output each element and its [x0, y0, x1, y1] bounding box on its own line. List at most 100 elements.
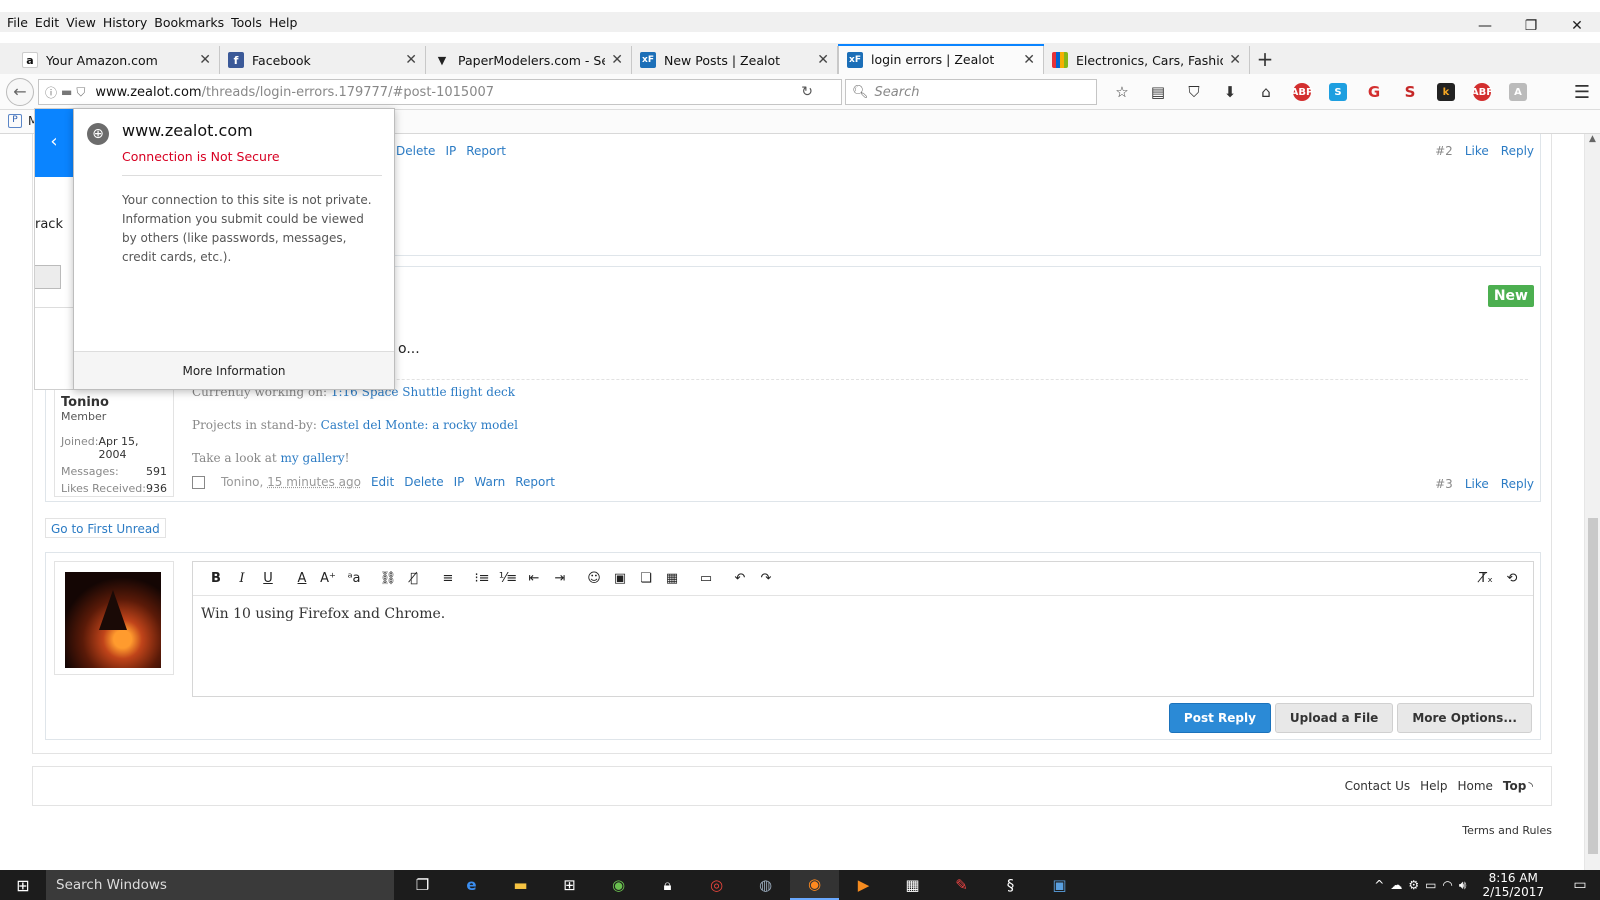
adblock-icon[interactable]: ABP [1284, 80, 1320, 104]
edge-icon[interactable]: e [447, 870, 496, 900]
undo-icon[interactable]: ↶ [727, 571, 753, 586]
signature-link-gallery[interactable]: my gallery [281, 451, 345, 465]
window-app-icon[interactable]: ▣ [1035, 870, 1084, 900]
like-link[interactable]: Like [1465, 144, 1489, 158]
store-icon[interactable]: ⊞ [545, 870, 594, 900]
font-size-icon[interactable]: A⁺ [315, 571, 341, 586]
extension-icon[interactable]: A [1500, 80, 1536, 104]
post-number[interactable]: #2 [1435, 144, 1453, 158]
tracking-shield-icon[interactable]: ⛉ [76, 85, 85, 100]
ip-link[interactable]: IP [445, 144, 456, 158]
insert-icon[interactable]: ▦ [659, 571, 685, 586]
home-icon[interactable]: ⌂ [1248, 80, 1284, 104]
url-text[interactable]: www.zealot.com/threads/login-errors.1797… [95, 85, 494, 100]
toggle-bbcode-icon[interactable]: ⟲ [1499, 571, 1525, 586]
align-icon[interactable]: ≡ [435, 571, 461, 586]
back-button[interactable]: ← [6, 77, 34, 106]
abf-icon[interactable]: ABF [1464, 80, 1500, 104]
username-link[interactable]: Tonino [61, 395, 167, 410]
paint-icon[interactable]: ✎ [937, 870, 986, 900]
rss-icon[interactable]: ◝ [1528, 779, 1533, 793]
delete-link[interactable]: Delete [404, 475, 443, 489]
more-options-button[interactable]: More Options... [1397, 703, 1532, 733]
info-icon[interactable]: ⓘ [45, 84, 57, 101]
edit-link[interactable]: Edit [371, 475, 394, 489]
post-number[interactable]: #3 [1435, 477, 1453, 491]
warn-link[interactable]: Warn [474, 475, 505, 489]
windows-start-icon[interactable]: ⊞ [0, 870, 46, 900]
menu-hamburger-icon[interactable]: ☰ [1574, 82, 1590, 103]
clock[interactable]: 8:16 AM 2/15/2017 [1482, 871, 1544, 899]
avatar[interactable] [65, 572, 161, 668]
globe-app-icon[interactable]: ◉ [594, 870, 643, 900]
downloads-icon[interactable]: ⬇ [1212, 80, 1248, 104]
terms-and-rules-link[interactable]: Terms and Rules [1462, 824, 1552, 837]
tool-icon[interactable]: § [986, 870, 1035, 900]
keepa-icon[interactable]: k [1428, 80, 1464, 104]
menu-edit[interactable]: Edit [35, 15, 59, 30]
top-link[interactable]: Top [1503, 779, 1526, 793]
close-tab-icon[interactable]: ✕ [611, 52, 623, 68]
tab-ebay[interactable]: Electronics, Cars, Fashion, ... ✕ [1044, 46, 1250, 74]
close-window-button[interactable]: ✕ [1554, 12, 1600, 40]
bold-icon[interactable]: B [203, 571, 229, 586]
close-tab-icon[interactable]: ✕ [1023, 52, 1035, 68]
chrome-icon[interactable]: ◎ [692, 870, 741, 900]
post-reply-button[interactable]: Post Reply [1168, 703, 1271, 733]
new-tab-button[interactable]: + [1250, 46, 1280, 74]
numbered-list-icon[interactable]: ⅟≡ [495, 571, 521, 586]
close-tab-icon[interactable]: ✕ [1229, 52, 1241, 68]
media-player-icon[interactable]: ▶ [839, 870, 888, 900]
report-link[interactable]: Report [466, 144, 506, 158]
menu-bookmarks[interactable]: Bookmarks [154, 15, 224, 30]
menu-history[interactable]: History [103, 15, 147, 30]
pocket-icon[interactable]: ⛉ [1176, 80, 1212, 104]
underline-icon[interactable]: U [255, 571, 281, 586]
redo-icon[interactable]: ↷ [753, 571, 779, 586]
close-tab-icon[interactable]: ✕ [405, 52, 417, 68]
tab-amazon[interactable]: a Your Amazon.com ✕ [14, 46, 220, 74]
image-icon[interactable]: ▣ [607, 571, 633, 586]
skype-icon[interactable]: S [1320, 80, 1356, 104]
stumble-icon[interactable]: S [1392, 80, 1428, 104]
site-identity[interactable]: ⓘ ▬ ⛉ [45, 84, 85, 101]
ip-link[interactable]: IP [454, 475, 465, 489]
menu-file[interactable]: File [7, 15, 28, 30]
reading-list-icon[interactable]: ▤ [1140, 80, 1176, 104]
tab-login-errors[interactable]: xF login errors | Zealot ✕ [838, 44, 1044, 74]
close-tab-icon[interactable]: ✕ [817, 52, 829, 68]
contact-us-link[interactable]: Contact Us [1345, 779, 1411, 793]
remove-formatting-icon[interactable]: T̸ₓ [1473, 571, 1499, 586]
page-scrollbar[interactable]: ▲ [1584, 134, 1600, 870]
permissions-icon[interactable]: ▬ [61, 85, 72, 99]
close-tab-icon[interactable]: ✕ [199, 52, 211, 68]
subview-button[interactable] [35, 265, 61, 289]
task-view-icon[interactable]: ❐ [398, 870, 447, 900]
help-link[interactable]: Help [1420, 779, 1447, 793]
bookmark-favicon-icon[interactable]: P [8, 114, 22, 128]
outdent-icon[interactable]: ⇤ [521, 571, 547, 586]
menu-view[interactable]: View [66, 15, 96, 30]
menu-tools[interactable]: Tools [231, 15, 262, 30]
smilie-icon[interactable]: ☺ [581, 571, 607, 586]
home-link[interactable]: Home [1457, 779, 1492, 793]
select-post-checkbox[interactable] [192, 475, 205, 489]
subview-back-arrow-icon[interactable]: ‹ [35, 109, 73, 177]
firefox-icon[interactable]: ◉ [790, 870, 839, 900]
calculator-icon[interactable]: ▦ [888, 870, 937, 900]
url-bar[interactable]: ⓘ ▬ ⛉ www.zealot.com/threads/login-error… [38, 79, 842, 105]
report-link[interactable]: Report [515, 475, 555, 489]
scrollbar-thumb[interactable] [1588, 518, 1598, 854]
google-icon[interactable]: G [1356, 80, 1392, 104]
menu-help[interactable]: Help [269, 15, 298, 30]
bullet-list-icon[interactable]: ⁝≡ [469, 571, 495, 586]
indent-icon[interactable]: ⇥ [547, 571, 573, 586]
like-link[interactable]: Like [1465, 477, 1489, 491]
media-icon[interactable]: ❏ [633, 571, 659, 586]
reply-link[interactable]: Reply [1501, 144, 1534, 158]
italic-icon[interactable]: I [229, 571, 255, 586]
reply-textarea[interactable]: Win 10 using Firefox and Chrome. [193, 596, 1533, 632]
post-time[interactable]: 15 minutes ago [267, 475, 361, 489]
minimize-button[interactable]: — [1462, 12, 1508, 40]
bookmark-star-icon[interactable]: ☆ [1104, 80, 1140, 104]
